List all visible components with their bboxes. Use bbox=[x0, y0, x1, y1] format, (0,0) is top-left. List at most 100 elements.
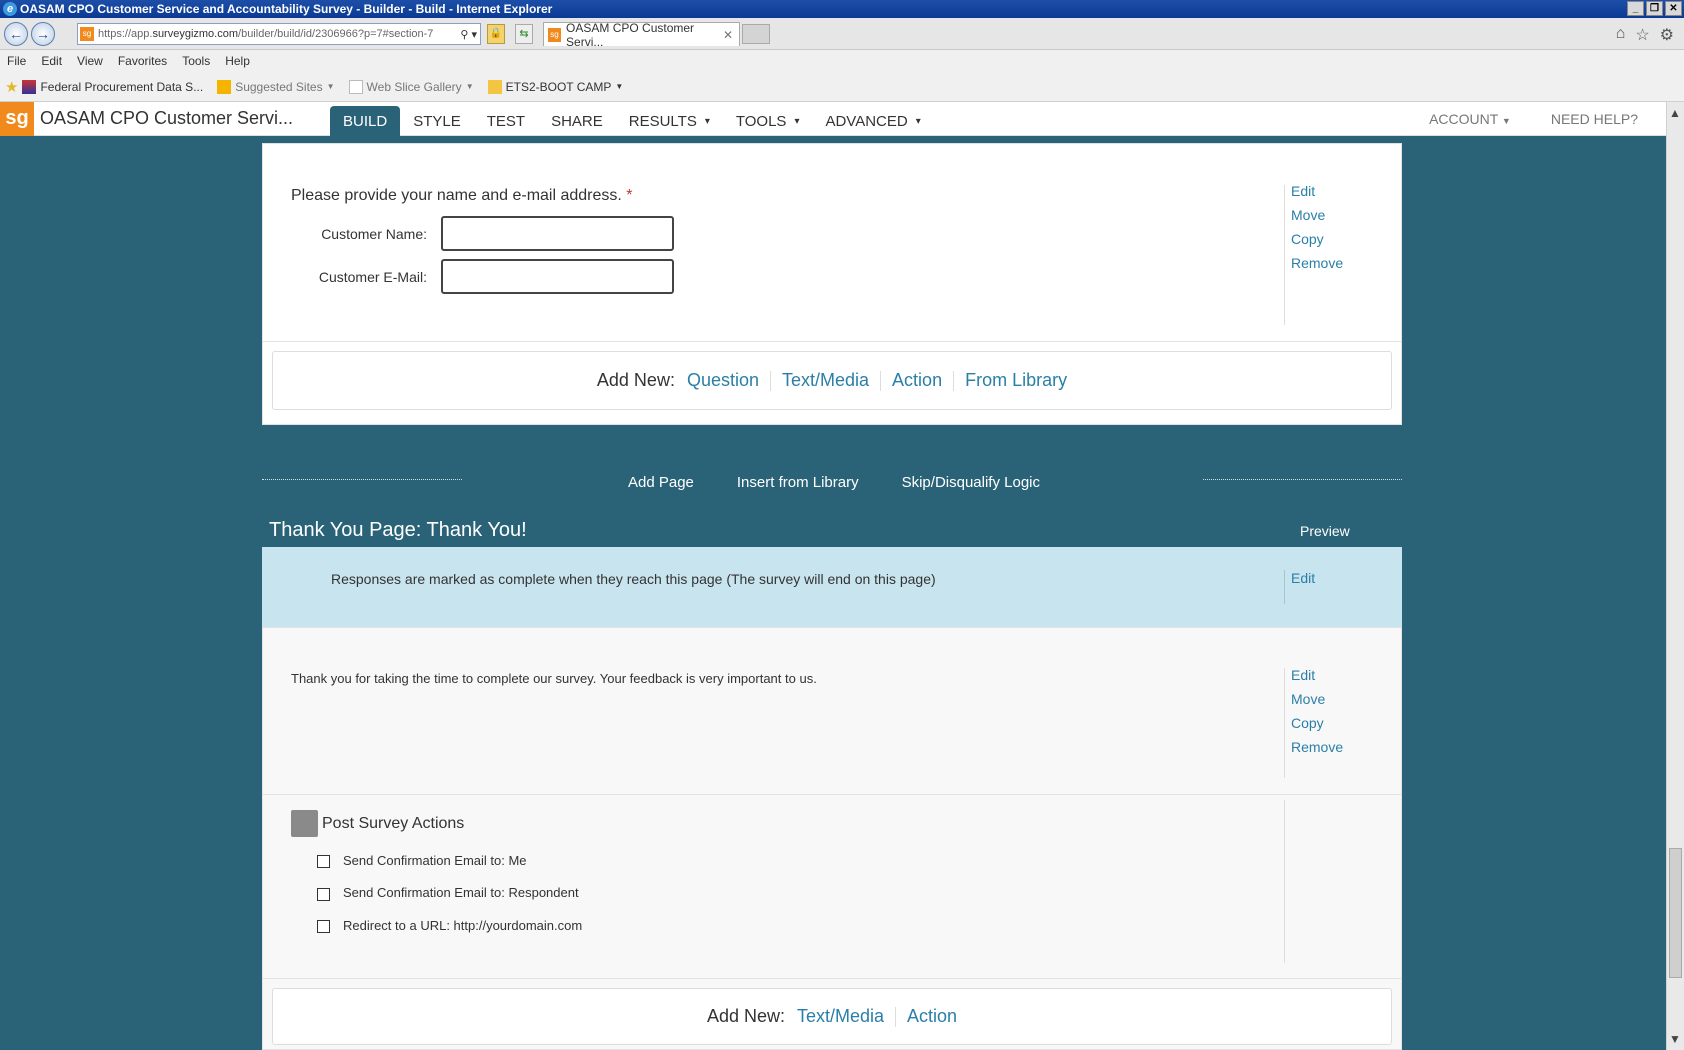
divider bbox=[770, 370, 771, 391]
folder-icon bbox=[487, 79, 502, 94]
insert-from-library-button[interactable]: Insert from Library bbox=[737, 474, 859, 491]
divider bbox=[262, 978, 1402, 979]
menu-help[interactable]: Help bbox=[218, 54, 258, 68]
menu-edit[interactable]: Edit bbox=[34, 54, 70, 68]
text-move-link[interactable]: Move bbox=[1291, 691, 1343, 707]
skip-disqualify-logic-button[interactable]: Skip/Disqualify Logic bbox=[902, 474, 1040, 491]
url-domain: surveygizmo.com bbox=[152, 28, 239, 40]
add-action-link[interactable]: Action bbox=[892, 370, 942, 391]
nav-results[interactable]: RESULTS bbox=[616, 106, 723, 136]
post-survey-actions-icon bbox=[291, 810, 318, 837]
favorite-ets2-boot-camp[interactable]: ETS2-BOOT CAMP ▼ bbox=[487, 79, 624, 94]
fpds-icon bbox=[22, 79, 37, 94]
confirm-email-me-checkbox[interactable] bbox=[317, 855, 330, 868]
question-actions: Edit Move Copy Remove bbox=[1291, 183, 1343, 271]
survey-title[interactable]: OASAM CPO Customer Servi... bbox=[40, 108, 293, 129]
search-icon[interactable]: ⚲ bbox=[460, 28, 468, 41]
text-remove-link[interactable]: Remove bbox=[1291, 739, 1343, 755]
menu-favorites[interactable]: Favorites bbox=[111, 54, 175, 68]
webslice-icon bbox=[348, 79, 363, 94]
customer-name-input[interactable] bbox=[441, 216, 674, 251]
divider bbox=[262, 341, 1402, 342]
menu-view[interactable]: View bbox=[70, 54, 111, 68]
page-title[interactable]: Thank You Page: Thank You! bbox=[269, 519, 527, 542]
preview-link[interactable]: Preview bbox=[1300, 523, 1350, 539]
add-new-bar: Add New: Text/Media Action bbox=[272, 988, 1392, 1045]
home-icon[interactable]: ⌂ bbox=[1616, 25, 1626, 45]
close-tab-icon[interactable]: ✕ bbox=[723, 28, 733, 42]
question-remove-link[interactable]: Remove bbox=[1291, 255, 1343, 271]
thank-you-text[interactable]: Thank you for taking the time to complet… bbox=[291, 671, 817, 686]
scrollbar-thumb[interactable] bbox=[1669, 848, 1682, 978]
back-button[interactable]: ← bbox=[4, 22, 28, 46]
url-prefix: https://app. bbox=[98, 28, 153, 40]
add-from-library-link[interactable]: From Library bbox=[965, 370, 1067, 391]
tab-favicon-icon: sg bbox=[548, 27, 562, 42]
question-title[interactable]: Please provide your name and e-mail addr… bbox=[291, 187, 633, 205]
divider bbox=[1284, 668, 1285, 778]
favorite-label: ETS2-BOOT CAMP bbox=[505, 79, 612, 94]
confirm-email-respondent-label[interactable]: Send Confirmation Email to: Respondent bbox=[343, 885, 579, 900]
text-copy-link[interactable]: Copy bbox=[1291, 715, 1343, 731]
browser-tab[interactable]: sg OASAM CPO Customer Servi... ✕ bbox=[543, 21, 740, 49]
favorite-suggested-sites[interactable]: Suggested Sites ▼ bbox=[217, 79, 335, 94]
confirm-email-respondent-checkbox[interactable] bbox=[317, 888, 330, 901]
favorites-star-icon[interactable]: ★ bbox=[5, 78, 18, 96]
restore-button[interactable]: ❐ bbox=[1646, 1, 1663, 16]
menu-bar: File Edit View Favorites Tools Help bbox=[0, 50, 1684, 72]
bing-icon bbox=[217, 79, 232, 94]
surveygizmo-logo[interactable]: sg bbox=[0, 102, 34, 136]
favorite-label: Web Slice Gallery bbox=[366, 79, 462, 94]
forward-button[interactable]: → bbox=[31, 22, 55, 46]
thank-you-card bbox=[262, 627, 1402, 1050]
chevron-down-icon: ▼ bbox=[326, 82, 335, 91]
favorites-star-icon[interactable]: ☆ bbox=[1635, 25, 1649, 45]
divider bbox=[1284, 570, 1285, 604]
confirm-email-me-label[interactable]: Send Confirmation Email to: Me bbox=[343, 853, 527, 868]
add-text-media-link[interactable]: Text/Media bbox=[797, 1006, 884, 1027]
need-help-link[interactable]: NEED HELP? bbox=[1551, 111, 1638, 127]
nav-style[interactable]: STYLE bbox=[400, 106, 474, 136]
favorites-bar: ★ Federal Procurement Data S... Suggeste… bbox=[0, 72, 1684, 102]
question-move-link[interactable]: Move bbox=[1291, 207, 1343, 223]
info-edit-link[interactable]: Edit bbox=[1291, 570, 1315, 586]
redirect-url-checkbox[interactable] bbox=[317, 920, 330, 933]
text-edit-link[interactable]: Edit bbox=[1291, 667, 1343, 683]
add-new-bar: Add New: Question Text/Media Action From… bbox=[272, 351, 1392, 410]
favorite-label: Suggested Sites bbox=[235, 79, 323, 94]
close-window-button[interactable]: ✕ bbox=[1665, 1, 1682, 16]
customer-email-input[interactable] bbox=[441, 259, 674, 294]
page-info-text: Responses are marked as complete when th… bbox=[331, 571, 936, 587]
gear-icon[interactable]: ⚙ bbox=[1660, 25, 1674, 45]
compatibility-icon[interactable]: ⇆ bbox=[515, 24, 533, 44]
dropdown-arrow-icon[interactable]: ▾ bbox=[471, 28, 477, 41]
account-menu[interactable]: ACCOUNT ▼ bbox=[1429, 111, 1511, 127]
nav-tools[interactable]: TOOLS bbox=[723, 106, 813, 136]
favorite-web-slice-gallery[interactable]: Web Slice Gallery ▼ bbox=[348, 79, 474, 94]
scroll-up-icon[interactable]: ▲ bbox=[1669, 106, 1681, 120]
minimize-button[interactable]: _ bbox=[1627, 1, 1644, 16]
window-titlebar: e OASAM CPO Customer Service and Account… bbox=[0, 0, 1684, 18]
add-action-link[interactable]: Action bbox=[907, 1006, 957, 1027]
address-bar[interactable]: sg https://app. surveygizmo.com/builder/b… bbox=[77, 23, 481, 45]
question-edit-link[interactable]: Edit bbox=[1291, 183, 1343, 199]
account-label: ACCOUNT bbox=[1429, 111, 1499, 127]
nav-test[interactable]: TEST bbox=[474, 106, 538, 136]
menu-tools[interactable]: Tools bbox=[175, 54, 218, 68]
favorite-fpds[interactable]: Federal Procurement Data S... bbox=[22, 79, 203, 94]
add-text-media-link[interactable]: Text/Media bbox=[782, 370, 869, 391]
question-copy-link[interactable]: Copy bbox=[1291, 231, 1343, 247]
add-question-link[interactable]: Question bbox=[687, 370, 759, 391]
post-survey-actions-title: Post Survey Actions bbox=[322, 815, 465, 832]
lock-icon[interactable]: 🔒 bbox=[487, 24, 505, 44]
menu-file[interactable]: File bbox=[0, 54, 34, 68]
nav-build[interactable]: BUILD bbox=[330, 106, 401, 136]
new-tab-button[interactable] bbox=[742, 24, 770, 44]
redirect-url-label[interactable]: Redirect to a URL: http://yourdomain.com bbox=[343, 918, 582, 933]
nav-advanced[interactable]: ADVANCED bbox=[812, 106, 933, 136]
chevron-down-icon: ▼ bbox=[615, 82, 624, 91]
nav-share[interactable]: SHARE bbox=[538, 106, 616, 136]
scroll-down-icon[interactable]: ▼ bbox=[1669, 1032, 1681, 1046]
page-scrollbar[interactable]: ▲ ▼ bbox=[1666, 102, 1684, 1050]
add-page-button[interactable]: Add Page bbox=[628, 474, 694, 491]
